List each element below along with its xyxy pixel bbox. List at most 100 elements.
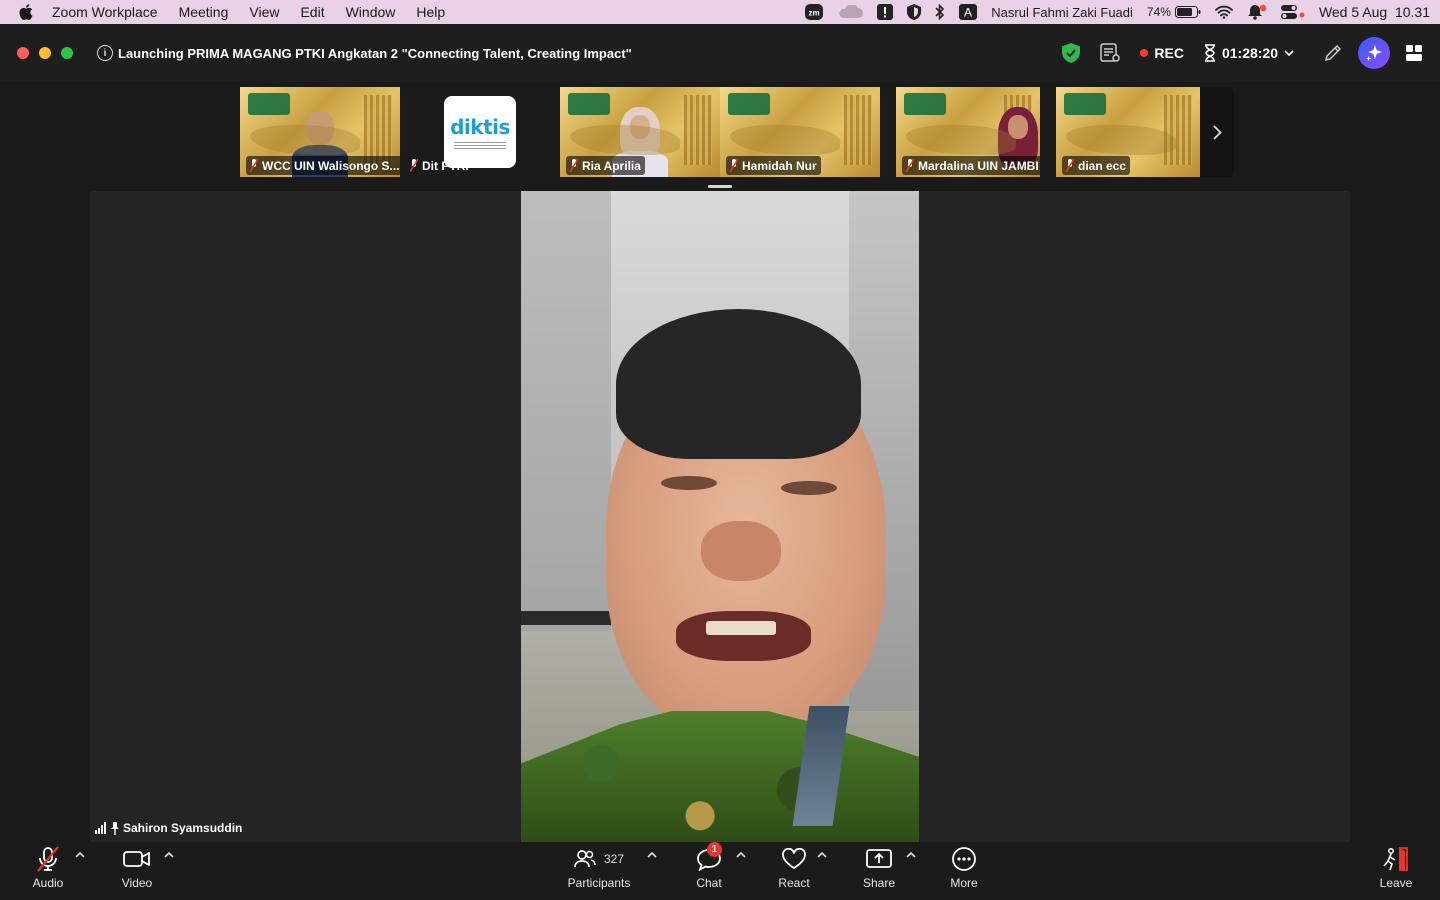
logo-subtitle-lines <box>454 141 506 150</box>
input-source-label: A <box>964 6 972 20</box>
gallery-resize-handle[interactable] <box>708 185 732 188</box>
window-controls <box>17 47 73 59</box>
participant-tile[interactable]: Mardalina UIN JAMBI <box>896 87 1040 177</box>
bluetooth-icon[interactable] <box>935 4 945 20</box>
participant-name: Mardalina UIN JAMBI <box>918 158 1039 173</box>
ai-companion-button[interactable] <box>1358 37 1390 69</box>
meeting-title: Launching PRIMA MAGANG PTKI Angkatan 2 "… <box>118 45 632 61</box>
participant-name-tag: Mardalina UIN JAMBI <box>902 156 1040 175</box>
close-window-button[interactable] <box>17 47 29 59</box>
annotate-pencil-icon[interactable] <box>1324 44 1342 62</box>
meeting-title-area[interactable]: i Launching PRIMA MAGANG PTKI Angkatan 2… <box>97 45 632 61</box>
pin-icon <box>111 821 119 835</box>
active-speaker-video[interactable] <box>521 191 919 842</box>
participant-name-tag: Dit PTKI <box>406 156 473 175</box>
muted-mic-icon <box>730 159 738 172</box>
shield-icon[interactable] <box>907 4 922 20</box>
zoom-icon[interactable]: zm <box>805 4 824 20</box>
menu-meeting[interactable]: Meeting <box>179 4 229 20</box>
muted-mic-icon <box>410 159 418 172</box>
share-options-caret[interactable] <box>906 852 916 858</box>
meeting-toolbar: Audio Video 327 Participants 1 Chat Reac… <box>0 842 1440 900</box>
participant-name: WCC UIN Walisongo S... <box>262 158 400 173</box>
input-source-icon[interactable]: A <box>959 4 978 20</box>
timer-value: 01:28:20 <box>1221 45 1278 61</box>
window-titlebar: i Launching PRIMA MAGANG PTKI Angkatan 2… <box>0 24 1440 82</box>
react-options-caret[interactable] <box>817 852 827 858</box>
participant-name: Hamidah Nur <box>742 158 817 173</box>
wifi-icon[interactable] <box>1215 5 1233 19</box>
participant-name: Dit PTKI <box>422 158 469 173</box>
participants-icon <box>574 850 596 868</box>
participant-tile[interactable]: Hamidah Nur <box>720 87 880 177</box>
user-name[interactable]: Nasrul Fahmi Zaki Fuadi <box>991 5 1133 20</box>
participants-options-caret[interactable] <box>647 852 657 858</box>
menu-bar: Zoom Workplace Meeting View Edit Window … <box>0 0 1440 24</box>
battery-indicator[interactable]: 74% <box>1147 5 1201 19</box>
alert-icon[interactable] <box>877 4 894 20</box>
participant-tile[interactable]: diktis Dit PTKI <box>400 87 560 177</box>
minimize-window-button[interactable] <box>39 47 51 59</box>
menu-edit[interactable]: Edit <box>300 4 324 20</box>
meeting-timer[interactable]: 01:28:20 <box>1204 44 1294 62</box>
view-apps-icon[interactable] <box>1406 45 1422 61</box>
recording-dot <box>1140 49 1149 57</box>
video-options-caret[interactable] <box>164 852 174 858</box>
video-camera-icon <box>123 851 150 867</box>
muted-mic-icon <box>250 159 258 172</box>
info-icon[interactable]: i <box>97 45 113 61</box>
react-button[interactable]: React <box>774 842 814 900</box>
recording-indicator[interactable]: REC <box>1140 45 1184 61</box>
video-button[interactable]: Video <box>116 842 158 900</box>
participants-count: 327 <box>603 852 625 866</box>
chat-unread-badge: 1 <box>707 842 722 857</box>
sparkle-icon <box>1366 45 1382 61</box>
participant-tile[interactable]: WCC UIN Walisongo S... <box>240 87 400 177</box>
cloud-icon[interactable] <box>837 5 864 19</box>
more-button[interactable]: More <box>944 842 984 900</box>
chat-button[interactable]: 1 Chat <box>692 842 726 900</box>
captions-icon[interactable] <box>1100 43 1121 63</box>
share-screen-icon <box>866 849 892 868</box>
muted-mic-icon <box>906 159 914 172</box>
security-shield-icon[interactable] <box>1062 43 1081 63</box>
muted-mic-icon <box>37 846 59 872</box>
menu-app-name[interactable]: Zoom Workplace <box>52 4 158 20</box>
menu-help[interactable]: Help <box>416 4 445 20</box>
apple-icon[interactable] <box>0 4 52 20</box>
more-label: More <box>950 876 978 890</box>
leave-label: Leave <box>1379 876 1413 890</box>
control-center-icon[interactable] <box>1280 4 1305 20</box>
leave-door-icon <box>1383 847 1408 871</box>
tile-gap <box>880 87 896 177</box>
participants-label: Participants <box>567 876 631 890</box>
connection-signal-icon <box>95 822 106 834</box>
gallery-next-button[interactable] <box>1200 87 1234 177</box>
chat-options-caret[interactable] <box>736 852 746 858</box>
battery-percent: 74% <box>1146 5 1171 19</box>
chevron-right-icon <box>1212 124 1222 140</box>
participant-tile[interactable]: Ria Aprilia <box>560 87 720 177</box>
video-label: Video <box>121 876 153 890</box>
fullscreen-window-button[interactable] <box>61 47 73 59</box>
tile-gap <box>1040 87 1056 177</box>
audio-options-caret[interactable] <box>75 852 85 858</box>
event-logo <box>248 93 290 115</box>
leave-meeting-button[interactable]: Leave <box>1376 842 1416 900</box>
notification-bell-icon[interactable] <box>1247 4 1267 20</box>
menu-window[interactable]: Window <box>346 4 396 20</box>
hourglass-icon <box>1204 44 1215 62</box>
muted-mic-icon <box>570 159 578 172</box>
participant-name-tag: Hamidah Nur <box>726 156 821 175</box>
chat-label: Chat <box>696 876 722 890</box>
participants-button[interactable]: 327 Participants <box>562 842 636 900</box>
menubar-datetime[interactable]: Wed 5 Aug 10.31 <box>1319 4 1430 20</box>
chevron-down-icon <box>1284 50 1294 56</box>
active-speaker-name: Sahiron Syamsuddin <box>123 821 243 835</box>
muted-mic-icon <box>1066 159 1074 172</box>
battery-icon <box>1174 6 1201 18</box>
share-screen-button[interactable]: Share <box>858 842 900 900</box>
menu-view[interactable]: View <box>249 4 279 20</box>
participant-tile[interactable]: dian ecc <box>1056 87 1200 177</box>
audio-button[interactable]: Audio <box>28 842 68 900</box>
